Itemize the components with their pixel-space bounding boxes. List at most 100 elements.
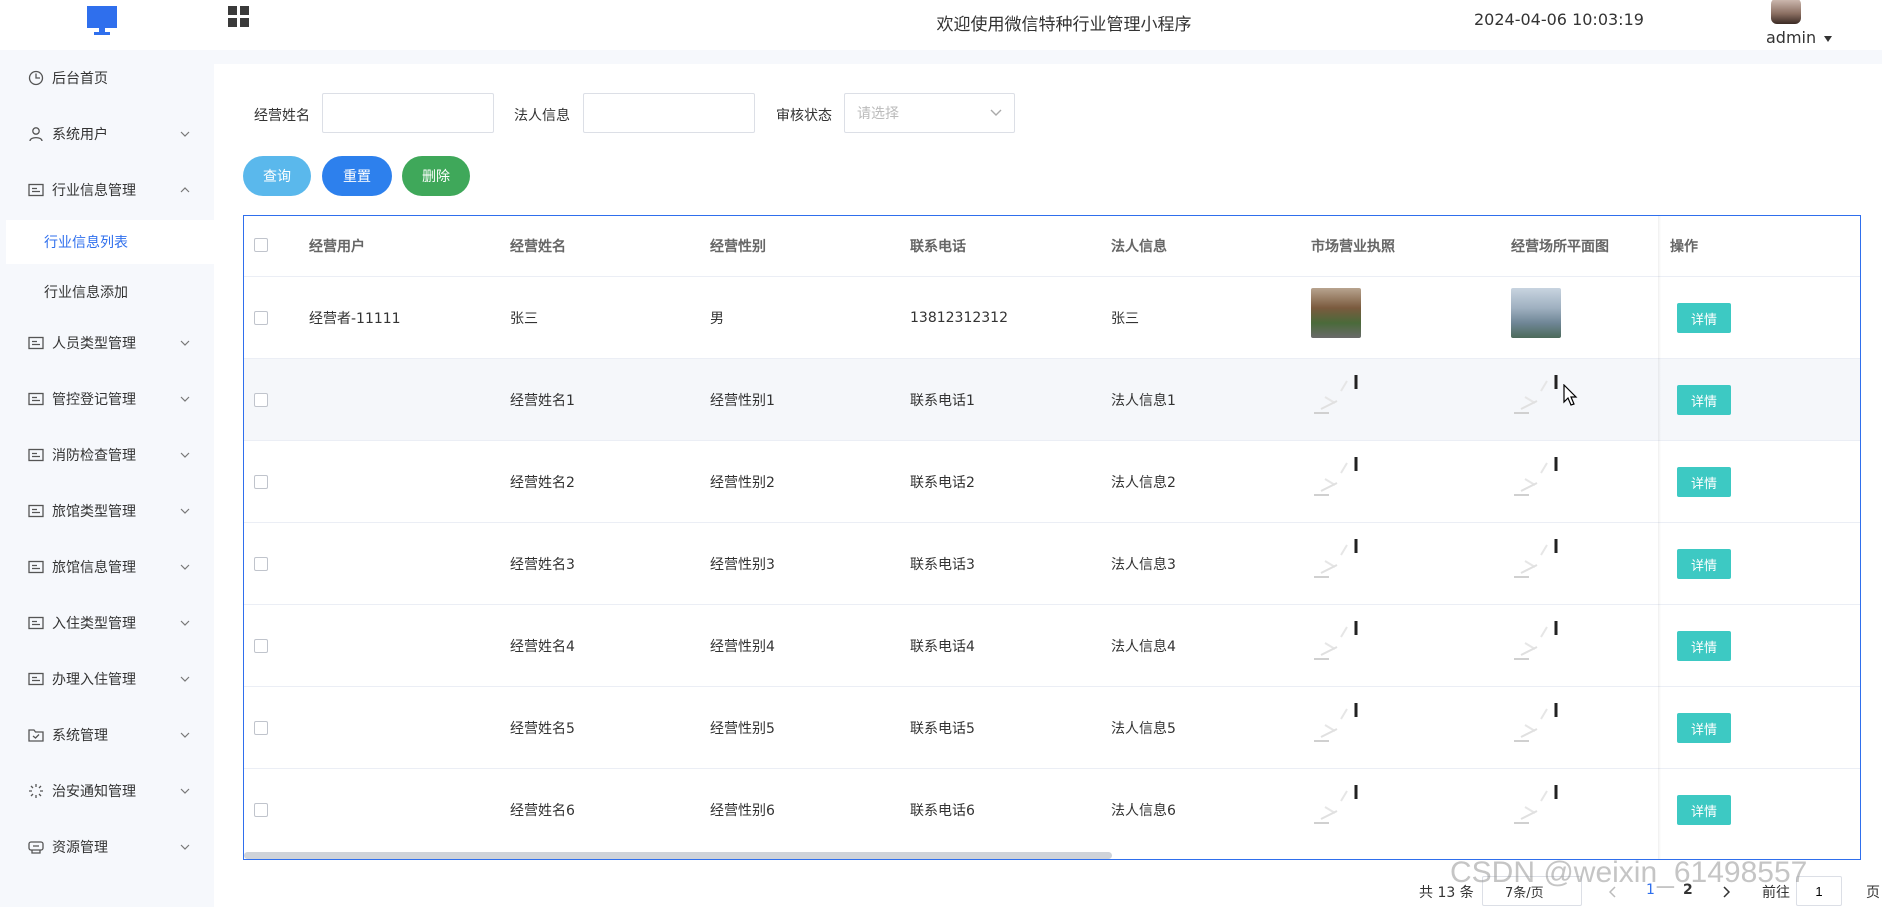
row-checkbox[interactable] — [254, 557, 268, 571]
reset-button[interactable]: 重置 — [322, 156, 392, 196]
loading-icon — [29, 784, 43, 798]
column-header: 操作 — [1670, 239, 1698, 255]
table-row: 经营姓名5 经营性别5 联系电话5 法人信息5 详情 — [244, 686, 1860, 768]
sidebar-subitem-1[interactable]: 行业信息列表 — [6, 220, 214, 264]
detail-button[interactable]: 详情 — [1677, 795, 1731, 825]
filter-status-label: 审核状态 — [776, 108, 832, 124]
query-button[interactable]: 查询 — [243, 156, 311, 196]
watermark: CSDN @weixin_61498557 — [1450, 856, 1808, 889]
sidebar-item-9[interactable]: 入住类型管理 — [0, 601, 214, 645]
sidebar-subitem-2[interactable]: 行业信息添加 — [6, 270, 214, 314]
row-checkbox[interactable] — [254, 393, 268, 407]
sidebar-item-label: 管控登记管理 — [52, 392, 136, 408]
card-icon — [28, 672, 44, 686]
cell-legal: 法人信息1 — [1111, 393, 1176, 409]
fixed-column-shadow — [1658, 216, 1661, 859]
filter-name-input[interactable] — [322, 93, 494, 133]
table-row: 经营姓名3 经营性别3 联系电话3 法人信息3 详情 — [244, 522, 1860, 604]
filter-status-select[interactable]: 请选择 — [844, 93, 1015, 133]
business-license-thumbnail[interactable] — [1311, 288, 1361, 338]
column-header: 市场营业执照 — [1311, 239, 1395, 255]
sidebar-item-8[interactable]: 旅馆信息管理 — [0, 545, 214, 589]
row-checkbox[interactable] — [254, 475, 268, 489]
sidebar-item-label: 旅馆信息管理 — [52, 560, 136, 576]
user-name: admin — [1766, 28, 1817, 47]
cell-legal: 法人信息3 — [1111, 557, 1176, 573]
sidebar-item-6[interactable]: 消防检查管理 — [0, 433, 214, 477]
detail-button[interactable]: 详情 — [1677, 303, 1731, 333]
sidebar-item-7[interactable]: 旅馆类型管理 — [0, 489, 214, 533]
detail-button[interactable]: 详情 — [1677, 549, 1731, 579]
horizontal-scrollbar[interactable] — [244, 852, 1112, 859]
image-loading-icon — [1314, 457, 1358, 496]
image-loading-icon — [1314, 375, 1358, 414]
sidebar-item-2[interactable]: 系统用户 — [0, 112, 214, 156]
image-loading-icon — [1514, 703, 1558, 742]
image-loading-icon — [1514, 621, 1558, 660]
top-header: 欢迎使用微信特种行业管理小程序 2024-04-06 10:03:19 admi… — [0, 0, 1882, 50]
floor-plan-thumbnail[interactable] — [1511, 288, 1561, 338]
image-loading-icon — [1314, 703, 1358, 742]
card-icon — [28, 336, 44, 350]
cell-user: 经营者-11111 — [309, 311, 401, 327]
image-loading-icon — [1514, 457, 1558, 496]
sidebar-item-label: 消防检查管理 — [52, 448, 136, 464]
delete-button[interactable]: 删除 — [402, 156, 470, 196]
detail-button[interactable]: 详情 — [1677, 713, 1731, 743]
filter-legal-label: 法人信息 — [514, 108, 570, 124]
cell-phone: 联系电话6 — [910, 803, 975, 819]
cell-phone: 联系电话5 — [910, 721, 975, 737]
cell-legal: 法人信息4 — [1111, 639, 1176, 655]
sidebar-item-10[interactable]: 办理入住管理 — [0, 657, 214, 701]
sidebar-item-5[interactable]: 管控登记管理 — [0, 377, 214, 421]
card-icon — [28, 560, 44, 574]
table-row: 经营姓名1 经营性别1 联系电话1 法人信息1 详情 — [244, 358, 1860, 440]
sidebar-item-label: 人员类型管理 — [52, 336, 136, 352]
sidebar-item-label: 旅馆类型管理 — [52, 504, 136, 520]
user-menu-dropdown[interactable]: admin — [1766, 28, 1833, 47]
sidebar-item-11[interactable]: 系统管理 — [0, 713, 214, 757]
row-checkbox[interactable] — [254, 803, 268, 817]
chevron-down-icon — [180, 131, 190, 137]
row-checkbox[interactable] — [254, 721, 268, 735]
table-row: 经营姓名4 经营性别4 联系电话4 法人信息4 详情 — [244, 604, 1860, 686]
sidebar-item-3[interactable]: 行业信息管理 — [0, 168, 214, 212]
user-avatar[interactable] — [1771, 0, 1801, 24]
detail-button[interactable]: 详情 — [1677, 385, 1731, 415]
sidebar-item-1[interactable]: 后台首页 — [0, 56, 214, 100]
chevron-down-icon — [180, 844, 190, 850]
cell-phone: 联系电话2 — [910, 475, 975, 491]
cell-gender: 经营性别3 — [710, 557, 775, 573]
sidebar-item-label: 后台首页 — [52, 71, 108, 87]
select-all-checkbox[interactable] — [254, 238, 268, 252]
detail-button[interactable]: 详情 — [1677, 631, 1731, 661]
chevron-down-icon — [180, 396, 190, 402]
page-suffix: 页 — [1866, 885, 1880, 901]
folder-icon — [28, 729, 44, 742]
sidebar-item-label: 资源管理 — [52, 840, 108, 856]
cell-name: 张三 — [510, 311, 538, 327]
filter-legal-input[interactable] — [583, 93, 755, 133]
cell-name: 经营姓名4 — [510, 639, 575, 655]
chevron-down-icon — [180, 452, 190, 458]
sidebar-item-13[interactable]: 资源管理 — [0, 825, 214, 869]
card-icon — [28, 448, 44, 462]
image-loading-icon — [1314, 785, 1358, 824]
cell-gender: 男 — [710, 311, 724, 327]
table-row: 经营姓名2 经营性别2 联系电话2 法人信息2 详情 — [244, 440, 1860, 522]
user-icon — [29, 127, 43, 142]
cell-gender: 经营性别6 — [710, 803, 775, 819]
row-checkbox[interactable] — [254, 311, 268, 325]
sidebar-item-label: 办理入住管理 — [52, 672, 136, 688]
row-checkbox[interactable] — [254, 639, 268, 653]
image-loading-icon — [1314, 621, 1358, 660]
column-header: 经营用户 — [309, 239, 365, 255]
chevron-down-icon — [180, 340, 190, 346]
filter-status-placeholder: 请选择 — [857, 106, 899, 122]
sidebar-item-12[interactable]: 治安通知管理 — [0, 769, 214, 813]
cell-name: 经营姓名1 — [510, 393, 575, 409]
column-header: 经营场所平面图 — [1511, 239, 1609, 255]
cell-phone: 联系电话4 — [910, 639, 975, 655]
sidebar-item-4[interactable]: 人员类型管理 — [0, 321, 214, 365]
detail-button[interactable]: 详情 — [1677, 467, 1731, 497]
